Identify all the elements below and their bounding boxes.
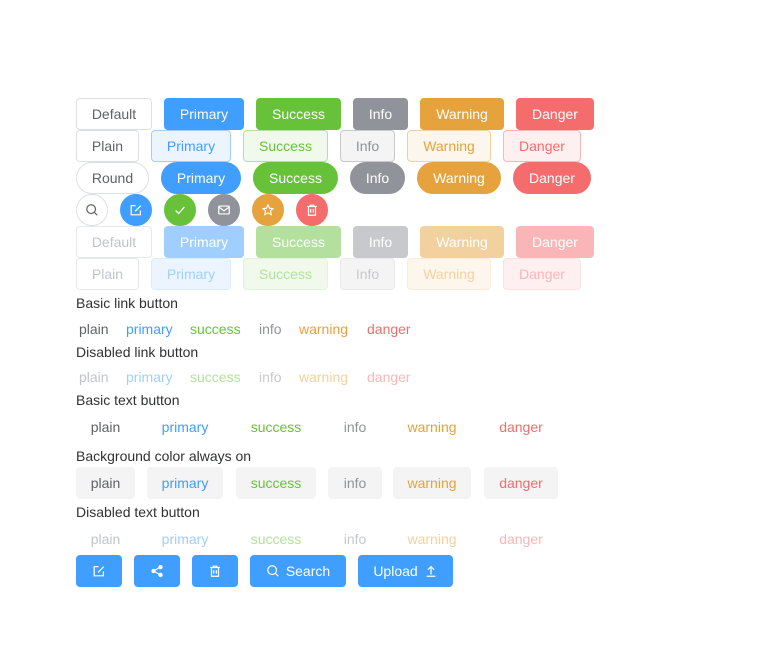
info-button[interactable]: Info [353,98,408,130]
message-icon [218,205,230,215]
disabled-text-button-plain[interactable]: plain [76,523,135,555]
primary-button[interactable]: Primary [164,98,244,130]
text-button-primary[interactable]: primary [147,411,223,443]
search-button[interactable]: Search [250,555,346,587]
plain-danger-button[interactable]: Danger [503,130,581,162]
upload-button-label: Upload [373,563,418,579]
check-icon [175,206,185,215]
circle-search-button[interactable] [76,194,108,226]
text-button-warning[interactable]: warning [393,411,471,443]
star-icon [262,204,274,216]
upload-icon [426,565,436,577]
circle-message-button[interactable] [208,194,240,226]
disabled-link-primary[interactable]: primary [126,368,173,386]
disabled-link-warning[interactable]: warning [299,368,348,386]
link-info[interactable]: info [259,320,282,338]
default-button[interactable]: Default [76,98,152,130]
disabled-primary-button[interactable]: Primary [164,226,244,258]
disabled-plain-info-button[interactable]: Info [340,258,395,290]
delete-icon [307,204,317,216]
text-button-success[interactable]: success [236,411,316,443]
plain-primary-button[interactable]: Primary [151,130,231,162]
bg-text-button-warning[interactable]: warning [393,467,471,499]
disabled-warning-button[interactable]: Warning [420,226,504,258]
section-label-basic-text: Basic text button [76,392,180,408]
disabled-plain-success-button[interactable]: Success [243,258,328,290]
disabled-plain-primary-button[interactable]: Primary [151,258,231,290]
section-label-basic-link: Basic link button [76,295,178,311]
disabled-default-button[interactable]: Default [76,226,152,258]
search-button-label: Search [285,563,331,579]
bg-text-button-plain[interactable]: plain [76,467,135,499]
edit-button[interactable] [76,555,122,587]
bg-text-button-primary[interactable]: primary [147,467,223,499]
plain-info-button[interactable]: Info [340,130,395,162]
link-plain[interactable]: plain [79,320,109,338]
text-button-info[interactable]: info [328,411,382,443]
edit-icon [130,205,142,216]
link-success[interactable]: success [190,320,241,338]
disabled-text-button-danger[interactable]: danger [484,523,558,555]
disabled-link-success[interactable]: success [190,368,241,386]
disabled-text-button-primary[interactable]: primary [147,523,223,555]
link-warning[interactable]: warning [299,320,348,338]
upload-button[interactable]: Upload [358,555,453,587]
round-info-button[interactable]: Info [350,162,405,194]
bg-text-button-info[interactable]: info [328,467,382,499]
link-danger[interactable]: danger [367,320,411,338]
text-button-plain[interactable]: plain [76,411,135,443]
warning-button[interactable]: Warning [420,98,504,130]
disabled-plain-button[interactable]: Plain [76,258,139,290]
delete-icon [210,565,220,577]
circle-check-button[interactable] [164,194,196,226]
edit-icon [93,566,105,577]
disabled-plain-warning-button[interactable]: Warning [407,258,491,290]
round-success-button[interactable]: Success [253,162,338,194]
text-button-danger[interactable]: danger [484,411,558,443]
section-label-bg-text: Background color always on [76,448,252,464]
danger-button[interactable]: Danger [516,98,594,130]
search-icon [86,204,98,216]
disabled-success-button[interactable]: Success [256,226,341,258]
bg-text-button-success[interactable]: success [236,467,316,499]
plain-button[interactable]: Plain [76,130,139,162]
disabled-danger-button[interactable]: Danger [516,226,594,258]
round-primary-button[interactable]: Primary [161,162,241,194]
round-danger-button[interactable]: Danger [513,162,591,194]
share-button[interactable] [134,555,180,587]
disabled-link-plain[interactable]: plain [79,368,109,386]
disabled-text-button-info[interactable]: info [328,523,382,555]
disabled-link-danger[interactable]: danger [367,368,411,386]
circle-delete-button[interactable] [296,194,328,226]
disabled-text-button-success[interactable]: success [236,523,316,555]
plain-success-button[interactable]: Success [243,130,328,162]
link-primary[interactable]: primary [126,320,173,338]
delete-button[interactable] [192,555,238,587]
bg-text-button-danger[interactable]: danger [484,467,558,499]
success-button[interactable]: Success [256,98,341,130]
circle-star-button[interactable] [252,194,284,226]
round-warning-button[interactable]: Warning [417,162,501,194]
disabled-text-button-warning[interactable]: warning [393,523,471,555]
section-label-disabled-text: Disabled text button [76,504,200,520]
share-icon [151,564,163,578]
disabled-plain-danger-button[interactable]: Danger [503,258,581,290]
round-button[interactable]: Round [76,162,149,194]
search-icon [266,565,279,577]
section-label-disabled-link: Disabled link button [76,344,199,360]
plain-warning-button[interactable]: Warning [407,130,491,162]
disabled-link-info[interactable]: info [259,368,282,386]
circle-edit-button[interactable] [120,194,152,226]
disabled-info-button[interactable]: Info [353,226,408,258]
